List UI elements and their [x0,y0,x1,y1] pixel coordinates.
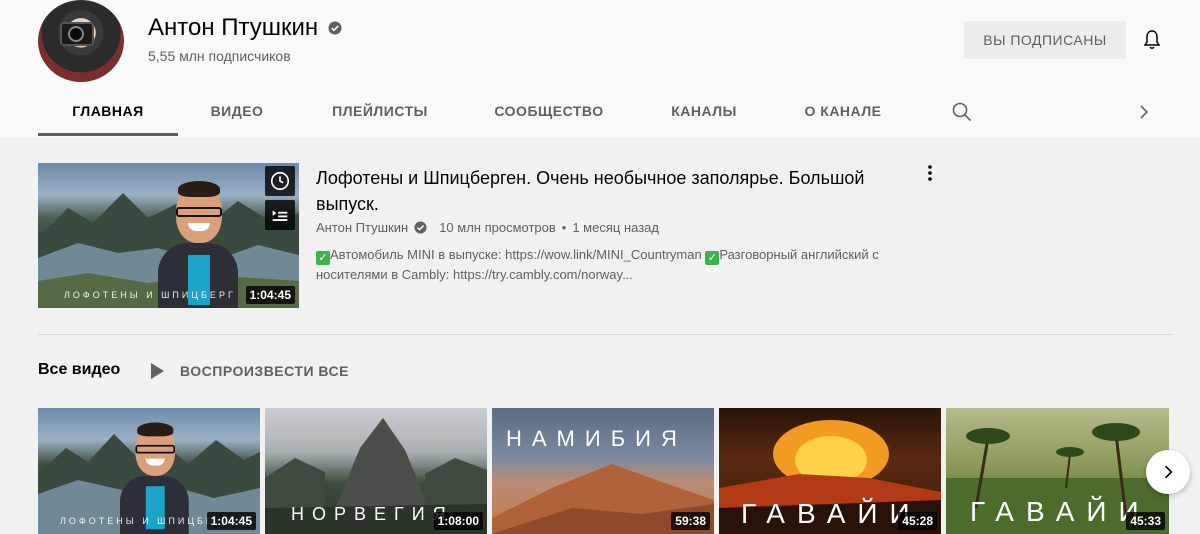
channel-header: Антон Птушкин 5,55 млн подписчиков ВЫ ПО… [0,0,1200,137]
featured-video-thumbnail[interactable]: ЛОФОТЕНЫ И ШПИЦБЕРГ 1:04:45 [38,163,299,308]
channel-tabs: ГЛАВНАЯ ВИДЕО ПЛЕЙЛИСТЫ СООБЩЕСТВО КАНАЛ… [0,86,1200,137]
channel-avatar[interactable] [38,0,124,82]
description-line-1: Автомобиль MINI в выпуске: https://wow.l… [330,247,702,262]
thumbnail-caption: ГАВАЙИ [741,498,922,529]
video-author[interactable]: Антон Птушкин [316,220,408,235]
thumbnail-caption: НАМИБИЯ [506,426,687,451]
queue-icon [272,210,288,221]
watch-later-button[interactable] [265,166,295,196]
bell-icon[interactable] [1140,28,1164,52]
thumbnail-caption: ЛОФОТЕНЫ И ШПИЦБЕРГ [64,290,236,300]
view-count: 10 млн просмотров [439,220,556,235]
video-duration: 45:28 [898,512,937,530]
video-duration: 59:38 [671,512,710,530]
channel-name-row: Антон Птушкин [148,14,342,42]
tab-about[interactable]: О КАНАЛЕ [788,86,898,137]
tab-playlists[interactable]: ПЛЕЙЛИСТЫ [312,86,448,137]
verified-icon [414,221,427,234]
video-duration: 1:04:45 [206,512,256,530]
more-vertical-icon[interactable] [918,162,942,186]
subscribed-button[interactable]: ВЫ ПОДПИСАНЫ [964,21,1126,59]
verified-icon [328,21,342,35]
clock-icon [270,171,290,191]
play-all-button[interactable]: ВОСПРОИЗВЕСТИ ВСЕ [148,361,349,381]
channel-name: Антон Птушкин [148,14,319,41]
video-duration: 45:33 [1126,512,1165,530]
tab-home[interactable]: ГЛАВНАЯ [38,86,178,137]
video-duration: 1:04:45 [245,286,295,304]
section-title[interactable]: Все видео [38,361,120,379]
tab-videos[interactable]: ВИДЕО [178,86,296,137]
featured-video-title[interactable]: Лофотены и Шпицберген. Очень необычное з… [316,165,916,217]
checkmark-icon: ✓ [316,251,330,265]
upload-age: 1 месяц назад [572,220,659,235]
featured-video-meta: Антон Птушкин 10 млн просмотров • 1 меся… [316,220,659,235]
video-thumbnail[interactable]: ЛОФОТЕНЫ И ШПИЦБЕ 1:04:45 [38,408,260,534]
video-thumbnail[interactable]: НОРВЕГИЯ 1:08:00 [265,408,487,534]
active-tab-indicator [38,133,178,136]
video-thumbnail[interactable]: ГАВАЙИ 45:33 [946,408,1169,534]
play-icon [151,363,164,379]
add-to-queue-button[interactable] [265,200,295,230]
search-icon[interactable] [950,100,974,124]
video-duration: 1:08:00 [433,512,483,530]
checkmark-icon: ✓ [705,251,720,265]
featured-video-description: ✓ Автомобиль MINI в выпуске: https://wow.… [316,245,916,284]
subscriber-count: 5,55 млн подписчиков [148,48,291,64]
tab-community[interactable]: СООБЩЕСТВО [478,86,620,137]
thumbnail-caption: ЛОФОТЕНЫ И ШПИЦБЕ [60,516,215,526]
chevron-right-icon [1164,465,1173,479]
video-thumbnail[interactable]: ГАВАЙИ 45:28 [719,408,941,534]
chevron-right-icon[interactable] [1132,100,1156,124]
camera-lens [68,26,84,42]
thumbnail-caption: НОРВЕГИЯ [291,504,454,524]
play-all-label: ВОСПРОИЗВЕСТИ ВСЕ [180,363,349,379]
tab-channels[interactable]: КАНАЛЫ [654,86,754,137]
meta-separator: • [561,220,567,235]
section-divider [38,334,1173,335]
carousel-next-button[interactable] [1146,450,1190,494]
thumbnail-caption: ГАВАЙИ [970,496,1151,527]
video-thumbnail[interactable]: НАМИБИЯ 59:38 [492,408,714,534]
